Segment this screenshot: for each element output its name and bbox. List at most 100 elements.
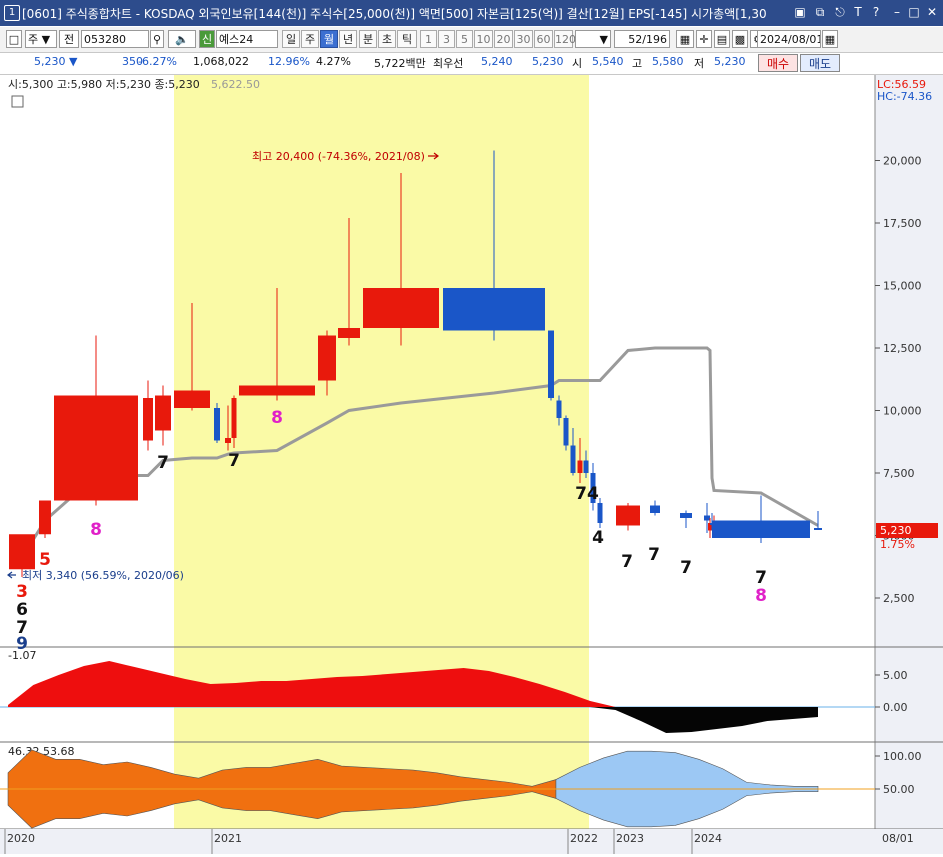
interval-10-button[interactable]: 10 xyxy=(474,30,493,48)
market-type-label: 주 xyxy=(28,33,39,46)
candle-body xyxy=(338,328,360,338)
minimize-icon[interactable]: – xyxy=(889,4,905,20)
save-icon[interactable]: ▤ xyxy=(714,30,730,48)
draw-tool-icon[interactable]: ✛ xyxy=(696,30,712,48)
signal-marker: 7 xyxy=(157,453,169,473)
candle-body xyxy=(704,515,710,521)
open-value: 5,540 xyxy=(592,55,624,68)
trade-amount: 5,722백만 xyxy=(374,57,426,70)
high-annotation: 최고 20,400 (-74.36%, 2021/08) xyxy=(252,150,425,163)
buy-button[interactable]: 매수 xyxy=(758,54,798,72)
signal-marker: 4 xyxy=(592,528,604,548)
pin-icon[interactable]: ⎋ xyxy=(832,4,848,20)
interval-120-button[interactable]: 120 xyxy=(554,30,576,48)
interval-60-button[interactable]: 60 xyxy=(534,30,553,48)
interval-20-button[interactable]: 20 xyxy=(494,30,513,48)
window-number-icon[interactable]: 1 xyxy=(4,5,20,21)
close-icon[interactable]: ✕ xyxy=(924,4,940,20)
period-year-button[interactable]: 년 xyxy=(339,30,357,48)
candle-body xyxy=(174,390,210,408)
date-input[interactable]: 2024/08/01 xyxy=(757,30,821,48)
title-bar: 1 [0601] 주식종합차트 - KOSDAQ 외국인보유[144(천)] 주… xyxy=(0,0,943,26)
price-tick-label: 20,000 xyxy=(883,155,922,168)
interval-30-button[interactable]: 30 xyxy=(514,30,533,48)
stock-name-field[interactable]: 예스24 xyxy=(216,30,278,48)
signal-marker: 6 xyxy=(16,600,28,620)
help-icon[interactable]: ? xyxy=(868,4,884,20)
new-badge: 신 xyxy=(199,30,215,48)
signal-marker: 5 xyxy=(39,550,51,570)
price-tick-label: 10,000 xyxy=(883,405,922,418)
best-ask: 5,240 xyxy=(481,55,513,68)
price-tick-label: 17,500 xyxy=(883,217,922,230)
candle-body xyxy=(548,330,554,398)
period-tick-button[interactable]: 틱 xyxy=(397,30,417,48)
search-icon[interactable]: ⚲ xyxy=(150,30,164,48)
market-type-select[interactable]: 주 ▼ xyxy=(25,30,57,48)
osc1-tick-1: 0.00 xyxy=(883,701,908,714)
grid-toggle-icon[interactable] xyxy=(11,95,24,108)
x-label-date: 08/01 xyxy=(882,832,914,845)
chart-svg: 시:5,300 고:5,980 저:5,230 종:5,230 5,622.50… xyxy=(0,75,943,854)
candle-body xyxy=(9,534,35,570)
candle-body xyxy=(143,398,153,441)
candle-body xyxy=(214,408,220,441)
current-price-tag-pct: 1.75% xyxy=(880,538,915,551)
period-second-button[interactable]: 초 xyxy=(378,30,396,48)
prefix-select[interactable]: 전 xyxy=(59,30,79,48)
t-icon[interactable]: T xyxy=(850,4,866,20)
copy-window-icon[interactable]: ⧉ xyxy=(812,4,828,20)
candle-body xyxy=(814,528,822,530)
interval-dropdown[interactable]: ▼ xyxy=(575,30,611,48)
candle-body xyxy=(583,460,589,473)
calendar-icon[interactable]: ▦ xyxy=(822,30,838,48)
period-minute-button[interactable]: 분 xyxy=(359,30,377,48)
down-arrow-icon: ▼ xyxy=(69,55,78,68)
candle-body xyxy=(239,385,315,396)
low-annotation: 최저 3,340 (56.59%, 2020/06) xyxy=(22,569,184,582)
window-title: [0601] 주식종합차트 - KOSDAQ 외국인보유[144(천)] 주식수… xyxy=(22,7,767,21)
print-icon[interactable]: ▩ xyxy=(732,30,748,48)
candle-body xyxy=(225,438,231,443)
interval-1-button[interactable]: 1 xyxy=(420,30,437,48)
x-label-2020: 2020 xyxy=(7,832,35,845)
maximize-icon[interactable]: □ xyxy=(906,4,922,20)
checkbox-icon[interactable]: □ xyxy=(6,30,22,48)
signal-marker: 7 xyxy=(621,552,633,572)
interval-5-button[interactable]: 5 xyxy=(456,30,473,48)
candle-body xyxy=(597,503,603,523)
interval-3-button[interactable]: 3 xyxy=(438,30,455,48)
best-bid: 5,230 xyxy=(532,55,564,68)
price-tick-label: 2,500 xyxy=(883,592,915,605)
signal-marker: 7 xyxy=(228,451,240,471)
signal-marker: 8 xyxy=(755,586,767,606)
x-label-2022: 2022 xyxy=(570,832,598,845)
sell-button[interactable]: 매도 xyxy=(800,54,840,72)
period-month-button[interactable]: 월 xyxy=(320,30,338,48)
best-label: 최우선 xyxy=(433,57,464,70)
compare-icon[interactable]: ▦ xyxy=(676,30,694,48)
osc1-info: -1.07 xyxy=(8,649,36,662)
signal-marker: 8 xyxy=(90,520,102,540)
period-day-button[interactable]: 일 xyxy=(282,30,300,48)
stock-code-input[interactable]: 053280 xyxy=(81,30,149,48)
candle-body xyxy=(556,400,562,418)
period-week-button[interactable]: 주 xyxy=(301,30,319,48)
x-label-2023: 2023 xyxy=(616,832,644,845)
price-tick-label: 15,000 xyxy=(883,280,922,293)
chart-area[interactable]: 시:5,300 고:5,980 저:5,230 종:5,230 5,622.50… xyxy=(0,75,943,854)
volume: 1,068,022 xyxy=(193,55,249,68)
candle-body xyxy=(650,505,660,513)
price-tick-label: 12,500 xyxy=(883,342,922,355)
x-label-2024: 2024 xyxy=(694,832,722,845)
price-tick-label: 7,500 xyxy=(883,467,915,480)
signal-marker: 7 xyxy=(755,568,767,588)
sound-icon[interactable]: 🔈 xyxy=(168,30,196,48)
price-pane-extra: 5,622.50 xyxy=(211,78,260,91)
count-input[interactable]: 52/196 xyxy=(614,30,670,48)
restore-icon[interactable]: ▣ xyxy=(792,4,808,20)
signal-marker: 8 xyxy=(271,408,283,428)
price-pane-info: 시:5,300 고:5,980 저:5,230 종:5,230 xyxy=(8,78,200,91)
osc2-tick-1: 50.00 xyxy=(883,783,915,796)
candle-body xyxy=(443,288,545,331)
